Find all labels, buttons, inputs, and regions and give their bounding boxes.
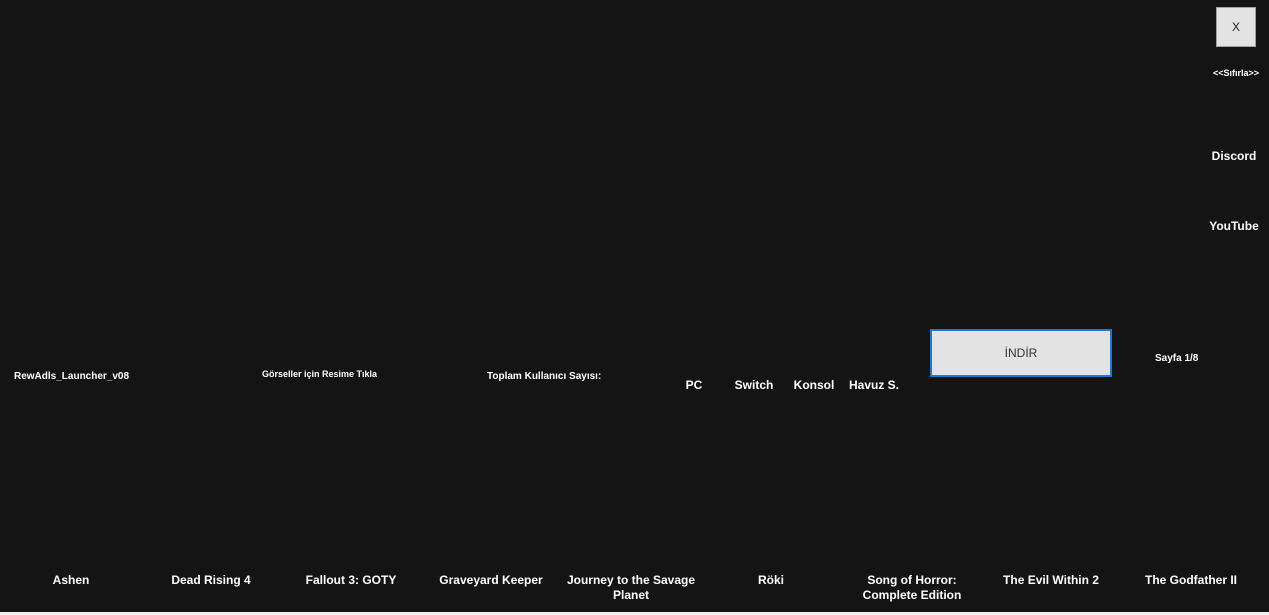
game-title-journey[interactable]: Journey to the Savage Planet [563, 573, 699, 603]
download-button[interactable]: İNDİR [930, 329, 1112, 377]
reset-link[interactable]: <<Sıfırla>> [1206, 68, 1266, 78]
discord-link[interactable]: Discord [1200, 149, 1268, 163]
game-title-evil-within-2[interactable]: The Evil Within 2 [983, 573, 1119, 588]
game-title-ashen[interactable]: Ashen [3, 573, 139, 588]
game-title-godfather-2[interactable]: The Godfather II [1123, 573, 1259, 588]
filter-switch[interactable]: Switch [728, 378, 780, 392]
game-title-graveyard-keeper[interactable]: Graveyard Keeper [423, 573, 559, 588]
total-users-label: Toplam Kullanıcı Sayısı: [487, 371, 602, 382]
filter-pc[interactable]: PC [678, 378, 710, 392]
launcher-window: X <<Sıfırla>> Discord YouTube RewAdls_La… [0, 0, 1269, 615]
game-title-roki[interactable]: Röki [703, 573, 839, 588]
game-title-dead-rising-4[interactable]: Dead Rising 4 [143, 573, 279, 588]
images-hint-label: Görseller için Resime Tıkla [262, 369, 378, 379]
launcher-version-label: RewAdls_Launcher_v08 [14, 371, 130, 382]
filter-konsol[interactable]: Konsol [788, 378, 840, 392]
game-title-fallout-3[interactable]: Fallout 3: GOTY [283, 573, 419, 588]
close-button[interactable]: X [1216, 7, 1256, 47]
filter-havuz[interactable]: Havuz S. [846, 378, 902, 392]
game-title-song-of-horror[interactable]: Song of Horror: Complete Edition [844, 573, 980, 603]
page-indicator: Sayfa 1/8 [1155, 353, 1199, 364]
youtube-link[interactable]: YouTube [1200, 219, 1268, 233]
